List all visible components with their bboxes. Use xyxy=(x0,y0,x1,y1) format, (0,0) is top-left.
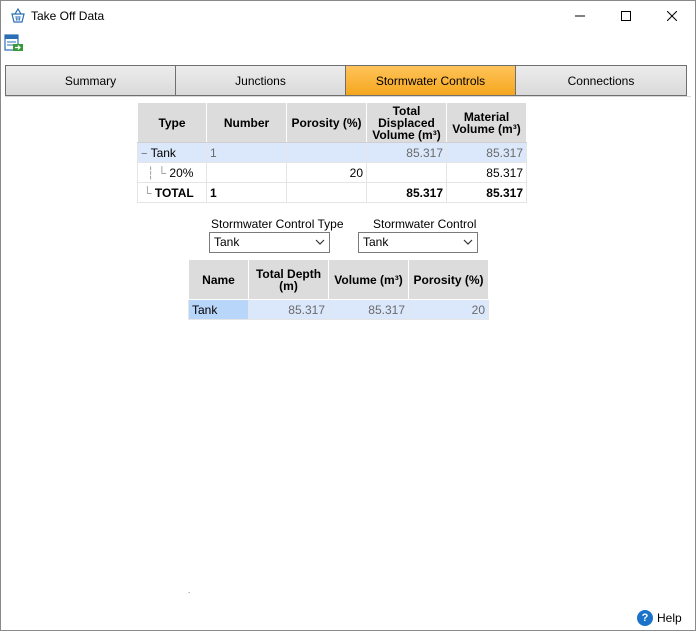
title-bar: Take Off Data xyxy=(1,1,695,31)
row-porosity[interactable] xyxy=(286,142,367,163)
row-type-cell[interactable]: ┆ └ 20% xyxy=(137,162,207,183)
column-header-number[interactable]: Number xyxy=(206,102,287,143)
column-header-name[interactable]: Name xyxy=(188,259,249,300)
toolbar xyxy=(1,31,695,55)
table-row-total[interactable]: └ TOTAL 1 85.317 85.317 xyxy=(137,182,527,203)
column-header-volume[interactable]: Volume (m³) xyxy=(328,259,409,300)
row-material-volume[interactable]: 85.317 xyxy=(446,162,527,183)
tab-connections[interactable]: Connections xyxy=(516,66,686,95)
tab-label: Connections xyxy=(567,73,635,88)
row-name[interactable]: Tank xyxy=(188,299,249,320)
basket-icon xyxy=(11,8,25,23)
table-row[interactable]: − Tank 1 85.317 85.317 xyxy=(137,142,527,163)
tab-stormwater-controls[interactable]: Stormwater Controls xyxy=(346,66,516,95)
tab-summary[interactable]: Summary xyxy=(6,66,176,95)
detail-grid: Name Total Depth (m) Volume (m³) Porosit… xyxy=(188,259,489,320)
row-type: Tank xyxy=(150,145,176,160)
summary-grid: Type Number Porosity (%) Total Displaced… xyxy=(137,102,527,203)
take-off-data-window: Take Off Data Summary Junctions Stormwat… xyxy=(0,0,696,631)
summary-grid-header: Type Number Porosity (%) Total Displaced… xyxy=(137,102,527,143)
chevron-down-icon xyxy=(463,239,473,245)
row-type: 20% xyxy=(169,165,194,180)
close-icon xyxy=(667,11,677,21)
tab-junctions[interactable]: Junctions xyxy=(176,66,346,95)
table-row[interactable]: ┆ └ 20% 20 85.317 xyxy=(137,162,527,183)
control-type-value: Tank xyxy=(214,235,240,249)
row-type: TOTAL xyxy=(154,185,194,200)
stray-mark: . xyxy=(188,586,191,595)
column-header-porosity[interactable]: Porosity (%) xyxy=(286,102,367,143)
control-select[interactable]: Tank xyxy=(358,232,478,253)
collapse-icon[interactable]: − xyxy=(141,148,147,160)
close-button[interactable] xyxy=(649,1,695,31)
column-header-type[interactable]: Type xyxy=(137,102,207,143)
tab-label: Summary xyxy=(64,73,117,88)
row-type-cell[interactable]: └ TOTAL xyxy=(137,182,207,203)
detail-grid-header: Name Total Depth (m) Volume (m³) Porosit… xyxy=(188,259,489,300)
tab-label: Stormwater Controls xyxy=(375,73,486,88)
tree-branch-icon: └ xyxy=(143,185,152,200)
row-number[interactable]: 1 xyxy=(206,182,287,203)
row-material-volume[interactable]: 85.317 xyxy=(446,182,527,203)
row-porosity[interactable]: 20 xyxy=(408,299,489,320)
row-total-depth[interactable]: 85.317 xyxy=(248,299,329,320)
column-header-total-depth[interactable]: Total Depth (m) xyxy=(248,259,329,300)
export-icon[interactable] xyxy=(4,33,24,53)
help-label: Help xyxy=(657,611,682,625)
table-row[interactable]: Tank 85.317 85.317 20 xyxy=(188,299,489,320)
minimize-button[interactable] xyxy=(557,1,603,31)
help-icon: ? xyxy=(637,610,653,626)
row-displaced-volume[interactable] xyxy=(366,162,447,183)
control-label: Stormwater Control xyxy=(373,217,477,231)
tab-label: Junctions xyxy=(235,73,286,88)
chevron-down-icon xyxy=(315,239,325,245)
row-material-volume[interactable]: 85.317 xyxy=(446,142,527,163)
row-volume[interactable]: 85.317 xyxy=(328,299,409,320)
row-type-cell[interactable]: − Tank xyxy=(137,142,207,163)
maximize-button[interactable] xyxy=(603,1,649,31)
column-header-porosity[interactable]: Porosity (%) xyxy=(408,259,489,300)
control-type-label: Stormwater Control Type xyxy=(211,217,344,231)
minimize-icon xyxy=(575,15,585,17)
row-displaced-volume[interactable]: 85.317 xyxy=(366,142,447,163)
row-number[interactable]: 1 xyxy=(206,142,287,163)
window-title: Take Off Data xyxy=(31,9,105,23)
control-value: Tank xyxy=(363,235,389,249)
control-type-select[interactable]: Tank xyxy=(209,232,330,253)
row-displaced-volume[interactable]: 85.317 xyxy=(366,182,447,203)
column-header-material-volume[interactable]: Material Volume (m³) xyxy=(446,102,527,143)
help-button[interactable]: ? Help xyxy=(637,610,682,626)
row-porosity[interactable]: 20 xyxy=(286,162,367,183)
status-bar: ? Help xyxy=(1,606,695,630)
row-porosity[interactable] xyxy=(286,182,367,203)
tab-strip: Summary Junctions Stormwater Controls Co… xyxy=(5,65,687,96)
tree-branch-icon: ┆ └ xyxy=(147,165,167,180)
maximize-icon xyxy=(621,11,631,21)
row-number[interactable] xyxy=(206,162,287,183)
column-header-displaced-volume[interactable]: Total Displaced Volume (m³) xyxy=(366,102,447,143)
